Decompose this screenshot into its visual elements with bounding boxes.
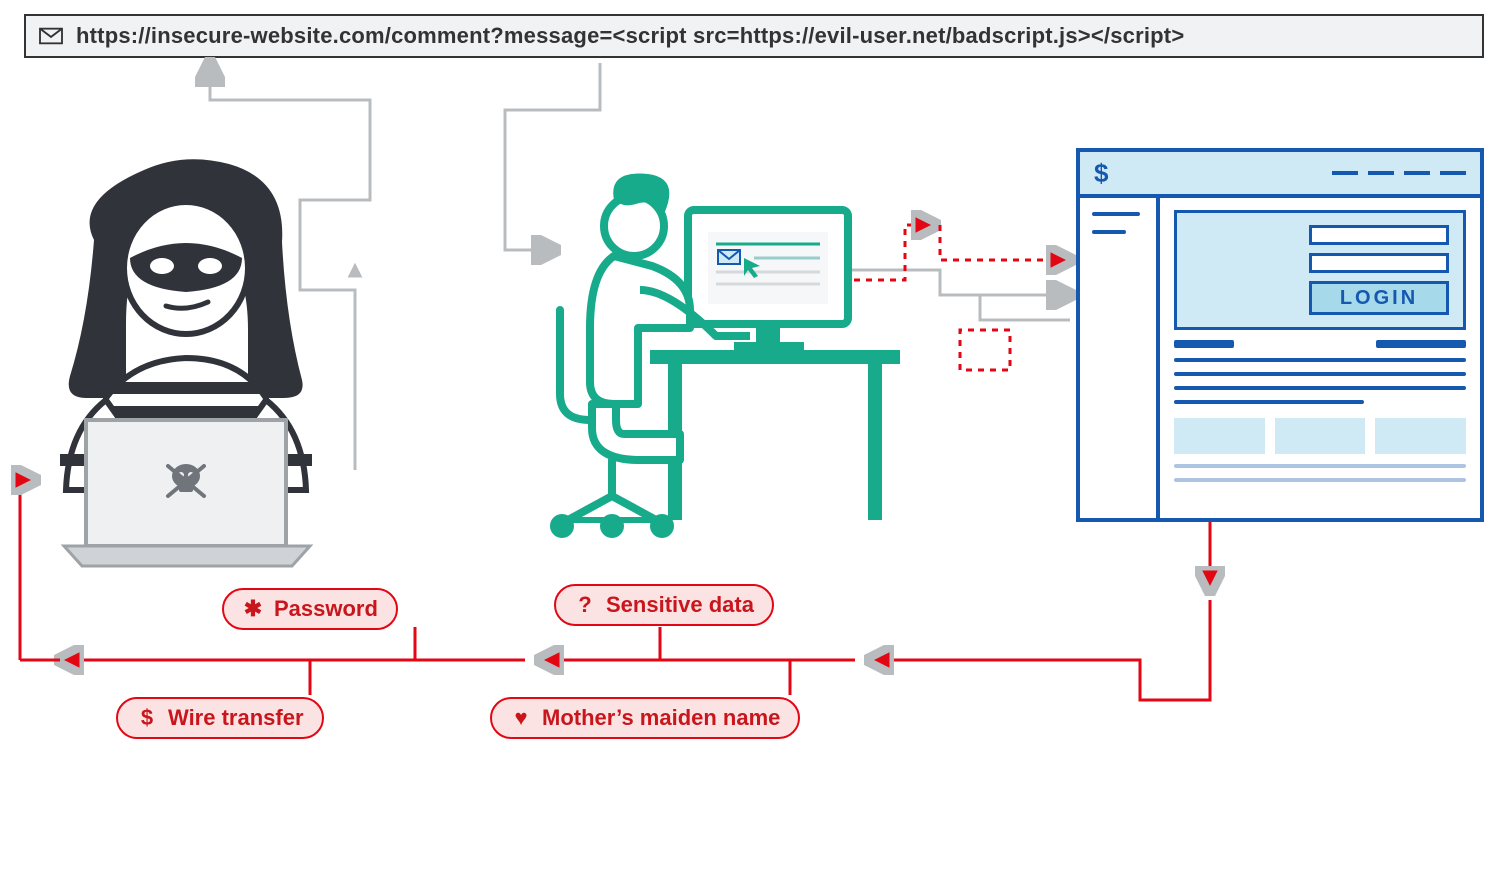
username-field	[1309, 225, 1449, 245]
pill-label: Mother’s maiden name	[542, 705, 780, 731]
window-title-dashes	[1332, 171, 1466, 175]
xss-attack-diagram: https://insecure-website.com/comment?mes…	[0, 0, 1508, 884]
bank-sidebar	[1080, 198, 1160, 518]
dollar-icon: $	[136, 705, 158, 731]
bank-login-form: LOGIN	[1174, 210, 1466, 330]
pill-sensitive-data: ? Sensitive data	[554, 584, 774, 626]
bank-window-titlebar: $	[1080, 152, 1480, 198]
heart-icon: ♥	[510, 705, 532, 731]
attacker-figure	[34, 150, 324, 570]
pill-password: ✱ Password	[222, 588, 398, 630]
bank-main-content: LOGIN	[1160, 198, 1480, 518]
login-button: LOGIN	[1309, 281, 1449, 315]
pill-mothers-maiden-name: ♥ Mother’s maiden name	[490, 697, 800, 739]
pill-label: Wire transfer	[168, 705, 304, 731]
victim-figure	[520, 160, 900, 540]
bank-website-window: $ LOGIN	[1076, 148, 1484, 522]
pill-label: Sensitive data	[606, 592, 754, 618]
asterisk-icon: ✱	[242, 596, 264, 622]
password-field	[1309, 253, 1449, 273]
dollar-icon: $	[1094, 158, 1108, 189]
pill-wire-transfer: $ Wire transfer	[116, 697, 324, 739]
phishing-email-icon	[708, 232, 828, 304]
question-icon: ?	[574, 592, 596, 618]
pill-label: Password	[274, 596, 378, 622]
